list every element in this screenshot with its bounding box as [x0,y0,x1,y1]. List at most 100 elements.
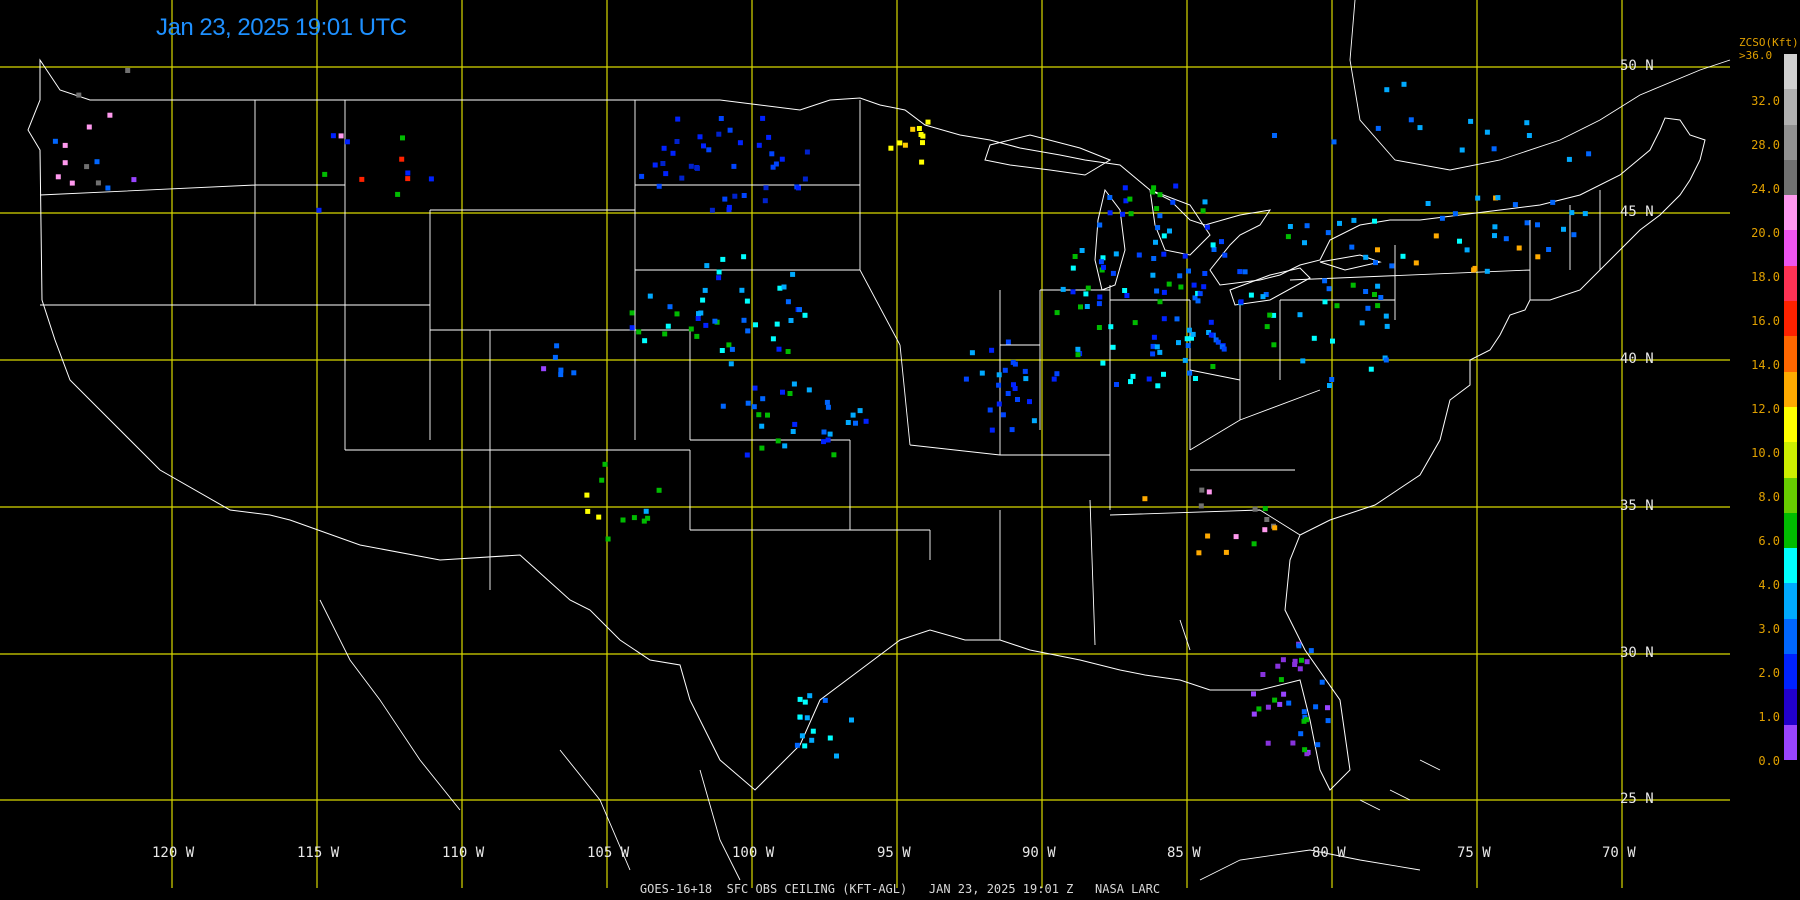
station-marker [1546,247,1552,252]
station-marker [541,366,547,372]
station-marker [1383,313,1389,319]
longitude-label: 85 W [1167,845,1201,861]
legend-title-line1: ZCSO(Kft) [1739,36,1799,49]
station-marker [1170,199,1176,205]
station-marker [902,142,908,148]
station-marker [1157,192,1163,198]
station-marker [641,518,647,524]
station-marker [1468,118,1474,124]
station-marker [809,737,815,743]
station-marker [1292,658,1298,664]
latitude-label: 50 N [1620,58,1654,74]
station-marker [1005,391,1011,396]
station-marker [849,717,854,723]
station-marker [1569,210,1575,216]
station-marker [794,742,800,748]
station-marker [802,176,808,182]
station-marker [1586,151,1592,157]
station-marker [62,160,68,166]
station-marker [1425,201,1431,206]
station-marker [694,333,700,339]
station-marker [709,207,715,213]
station-marker [1204,224,1210,230]
station-marker [647,293,653,299]
station-marker [1329,377,1335,382]
legend-value: 16.0 [1751,314,1780,328]
station-marker [1108,324,1114,330]
station-marker [799,733,805,739]
station-marker [831,452,837,458]
station-marker [744,298,750,304]
color-scale-segment [1784,336,1797,372]
station-marker [1265,740,1271,746]
station-marker [1495,195,1501,201]
station-marker [95,180,101,186]
station-marker [1566,156,1572,162]
station-marker [1278,677,1284,683]
station-marker [1238,299,1244,305]
station-marker [1195,298,1201,304]
station-marker [1151,334,1157,340]
station-marker [1075,346,1081,352]
station-marker [756,412,762,418]
station-marker [675,116,681,122]
station-marker [1000,412,1006,418]
station-marker [716,275,722,281]
station-marker [1187,370,1193,376]
station-marker [1132,320,1138,326]
station-marker [853,420,858,426]
station-marker [1325,718,1331,724]
station-marker [1210,242,1216,248]
station-marker [1272,697,1278,703]
station-marker [1375,247,1380,253]
station-marker [759,445,765,451]
station-marker [1202,271,1208,276]
station-marker [806,387,812,393]
station-marker [1260,294,1266,300]
station-marker [679,175,685,181]
station-marker [741,254,747,260]
station-marker [1157,299,1163,305]
station-marker [1176,340,1181,346]
station-marker [585,508,591,514]
station-marker [1322,278,1328,284]
station-marker [629,310,635,316]
station-marker [1233,534,1239,540]
station-marker [825,404,831,410]
station-marker [1372,218,1377,224]
station-marker [1211,247,1217,252]
station-marker [1110,270,1116,276]
station-marker [1281,691,1287,697]
station-marker [796,185,801,191]
station-marker [1492,224,1498,230]
station-marker [760,115,766,121]
station-marker [1113,251,1119,257]
station-marker [863,418,869,424]
legend-value: 32.0 [1751,94,1780,108]
station-marker [1120,211,1126,217]
station-marker [752,385,758,391]
station-marker [1304,659,1310,665]
station-marker [1491,146,1497,152]
station-marker [55,174,61,180]
station-marker [720,403,726,409]
station-marker [704,263,710,269]
station-marker [1325,705,1330,711]
station-marker [737,140,743,146]
station-marker [661,145,667,151]
station-marker [596,514,602,520]
station-marker [1154,288,1160,294]
station-marker [1301,718,1307,724]
station-marker [712,318,718,324]
station-marker [996,401,1002,407]
latitude-label: 35 N [1620,498,1654,514]
legend-value: 20.0 [1751,226,1780,240]
station-marker [1177,273,1183,279]
station-marker [716,131,722,137]
station-marker [694,165,700,171]
station-marker [1285,234,1291,240]
station-marker [1054,310,1060,316]
station-marker [920,140,925,146]
station-marker [1262,506,1268,512]
station-marker [1452,211,1458,217]
